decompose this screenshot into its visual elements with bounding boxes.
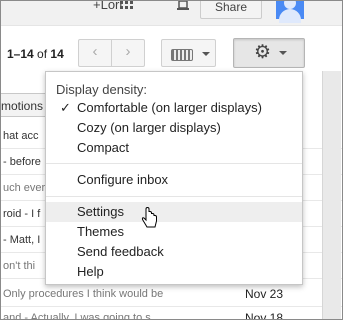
message-range: 1–14	[7, 47, 34, 61]
google-bar: +Lori Share	[1, 1, 342, 25]
menu-item-label: Settings	[77, 204, 124, 219]
caret-down-icon	[202, 52, 210, 56]
menu-item-label: Send feedback	[77, 244, 164, 259]
mail-snippet: on't thi	[3, 260, 36, 272]
menu-item-label: Compact	[77, 140, 130, 155]
display-density-label: Display density:	[56, 82, 148, 97]
tab-promotions[interactable]: motions	[1, 93, 51, 117]
menu-divider	[46, 163, 302, 164]
apps-grid-icon[interactable]	[120, 1, 134, 11]
chevron-left-icon: ‹	[92, 43, 98, 60]
menu-item-label: Cozy (on larger displays)	[77, 120, 221, 135]
older-button[interactable]: ›	[111, 39, 145, 67]
avatar-body-shape	[279, 9, 301, 23]
menu-item-compact[interactable]: Compact	[46, 138, 302, 158]
gear-icon: ⚙	[254, 42, 272, 63]
menu-item-configure-inbox[interactable]: Configure inbox	[46, 170, 302, 190]
menu-item-label: Comfortable (on larger displays)	[77, 100, 262, 115]
newer-button[interactable]: ‹	[78, 39, 112, 67]
caret-down-icon	[279, 51, 287, 55]
gmail-window: +Lori Share 1–14 of 14 ‹ › ⚙ motions hat…	[0, 0, 343, 320]
hand-cursor-icon	[141, 207, 157, 228]
menu-item-comfortable[interactable]: ✓ Comfortable (on larger displays)	[46, 98, 302, 118]
menu-divider	[46, 196, 302, 197]
scrollbar[interactable]	[322, 71, 341, 319]
menu-item-send-feedback[interactable]: Send feedback	[46, 242, 302, 262]
settings-menu: Display density: ✓ Comfortable (on large…	[45, 71, 303, 285]
header-divider	[1, 25, 342, 26]
mail-date: Nov 18	[245, 311, 284, 320]
menu-item-label: Help	[77, 264, 104, 279]
menu-item-settings[interactable]: Settings	[46, 202, 302, 222]
mail-row[interactable]: and - Actually, I was going to s Nov 18	[1, 307, 342, 320]
mail-subject: - Matt, I	[3, 234, 41, 246]
share-button[interactable]: Share	[200, 1, 262, 19]
menu-item-label: Themes	[77, 224, 124, 239]
mail-snippet: uch ever	[3, 182, 46, 194]
notification-bell-icon[interactable]	[177, 1, 189, 11]
menu-item-themes[interactable]: Themes	[46, 222, 302, 242]
google-plus-link[interactable]: +Lori	[93, 1, 122, 12]
chevron-right-icon: ›	[125, 43, 131, 60]
tab-promotions-label: motions	[1, 99, 44, 113]
settings-gear-button[interactable]: ⚙	[233, 38, 305, 68]
mail-subject: hat acc	[3, 130, 39, 142]
message-total: 14	[50, 47, 64, 61]
mail-row[interactable]: Only procedures I think would be Nov 23	[1, 283, 342, 307]
mail-snippet: Only procedures I think would be	[3, 288, 164, 300]
avatar-head-shape	[284, 1, 296, 9]
menu-item-label: Configure inbox	[77, 172, 169, 187]
mail-subject: roid - I f	[3, 208, 41, 220]
mail-date: Nov 23	[245, 287, 284, 301]
mail-subject: - before	[3, 156, 41, 168]
mail-snippet: and - Actually, I was going to s	[3, 312, 151, 320]
input-tools-button[interactable]	[161, 39, 216, 67]
checkmark-icon: ✓	[60, 100, 71, 115]
menu-item-help[interactable]: Help	[46, 262, 302, 282]
keyboard-icon	[171, 49, 193, 61]
message-count: 1–14 of 14	[7, 47, 64, 61]
menu-item-cozy[interactable]: Cozy (on larger displays)	[46, 118, 302, 138]
avatar[interactable]	[276, 1, 304, 23]
message-count-of: of	[37, 47, 48, 61]
